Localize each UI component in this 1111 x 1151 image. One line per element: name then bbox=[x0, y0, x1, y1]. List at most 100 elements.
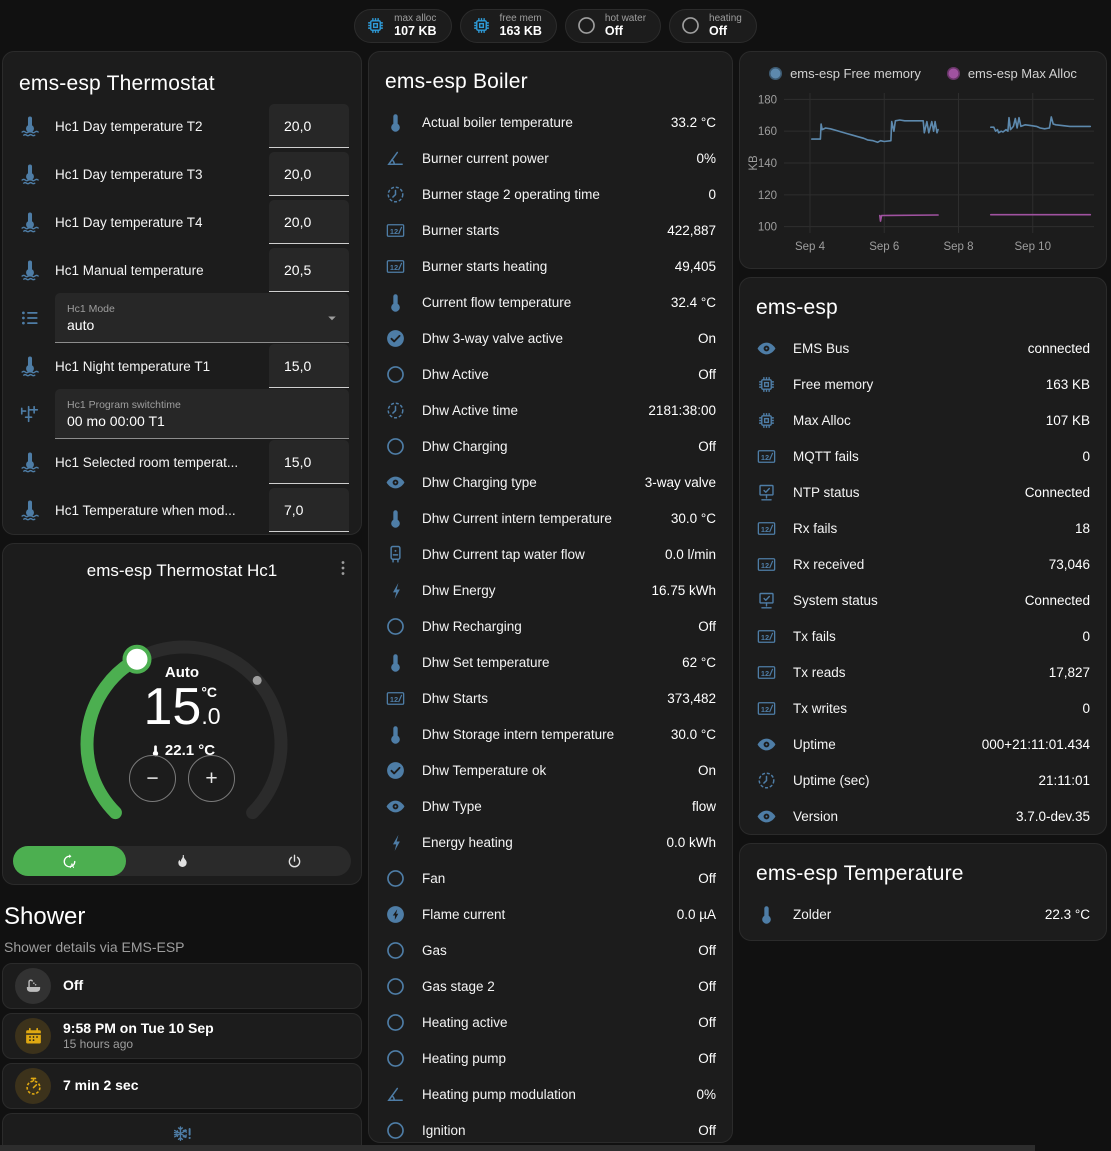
entity-value: 163 KB bbox=[1046, 377, 1090, 392]
section-title: Shower bbox=[4, 903, 360, 931]
thermostat-dial[interactable]: Auto 15 °C .0 22.1 °C bbox=[3, 586, 361, 846]
entity-row[interactable]: Dhw Energy16.75 kWh bbox=[369, 572, 732, 608]
entity-row[interactable]: Flame current0.0 µA bbox=[369, 896, 732, 932]
temperature-input[interactable]: 15,0 bbox=[269, 440, 349, 484]
header-pill-heating[interactable]: heatingOff bbox=[669, 9, 757, 43]
card-title: ems-esp Boiler bbox=[369, 52, 732, 104]
temperature-input[interactable]: 7,0 bbox=[269, 488, 349, 532]
emsesp-rows: EMS BusconnectedFree memory163 KBMax All… bbox=[740, 330, 1106, 834]
entity-row[interactable]: System statusConnected bbox=[740, 582, 1106, 618]
temperature-input[interactable]: 20,0 bbox=[269, 152, 349, 196]
entity-value: On bbox=[698, 763, 716, 778]
header-pill-free-mem[interactable]: free mem163 KB bbox=[460, 9, 557, 43]
entity-row[interactable]: Zolder22.3 °C bbox=[740, 896, 1106, 932]
entity-row[interactable]: Dhw ChargingOff bbox=[369, 428, 732, 464]
entity-row[interactable]: 12Tx fails0 bbox=[740, 618, 1106, 654]
entity-row[interactable]: 12Rx fails18 bbox=[740, 510, 1106, 546]
thermostat-entities-card: ems-esp Thermostat Hc1 Day temperature T… bbox=[2, 51, 362, 535]
text-input[interactable]: Hc1 Program switchtime00 mo 00:00 T1 bbox=[55, 389, 349, 439]
entity-row[interactable]: Version3.7.0-dev.35 bbox=[740, 798, 1106, 834]
increase-temperature-button[interactable]: + bbox=[188, 755, 235, 802]
entity-row[interactable]: 12Tx writes0 bbox=[740, 690, 1106, 726]
mode-select[interactable]: Hc1 Modeauto bbox=[55, 293, 349, 343]
entity-row[interactable]: Current flow temperature32.4 °C bbox=[369, 284, 732, 320]
entity-row[interactable]: GasOff bbox=[369, 932, 732, 968]
entity-row[interactable]: Heating pump modulation0% bbox=[369, 1076, 732, 1112]
auto-mode-icon: A bbox=[61, 853, 78, 870]
entity-value: 000+21:11:01.434 bbox=[982, 737, 1090, 752]
thermometer-water-icon bbox=[19, 163, 41, 185]
decrease-temperature-button[interactable]: − bbox=[129, 755, 176, 802]
entity-row[interactable]: IgnitionOff bbox=[369, 1112, 732, 1143]
temperature-input[interactable]: 20,0 bbox=[269, 104, 349, 148]
temperature-stepper: − + bbox=[129, 755, 235, 802]
entity-row[interactable]: 12Burner starts422,887 bbox=[369, 212, 732, 248]
entity-row[interactable]: Dhw Storage intern temperature30.0 °C bbox=[369, 716, 732, 752]
entity-row[interactable]: Dhw ActiveOff bbox=[369, 356, 732, 392]
legend-dot bbox=[769, 67, 782, 80]
entity-row[interactable]: 12Dhw Starts373,482 bbox=[369, 680, 732, 716]
entity-row[interactable]: Gas stage 2Off bbox=[369, 968, 732, 1004]
entity-row[interactable]: Dhw Temperature okOn bbox=[369, 752, 732, 788]
entity-row[interactable]: Burner current power0% bbox=[369, 140, 732, 176]
entity-row[interactable]: Burner stage 2 operating time0 bbox=[369, 176, 732, 212]
pill-value: 107 KB bbox=[394, 24, 436, 38]
shower-tile[interactable]: 9:58 PM on Tue 10 Sep15 hours ago bbox=[2, 1013, 362, 1059]
entity-row[interactable]: EMS Busconnected bbox=[740, 330, 1106, 366]
thermostat-row: Hc1 Day temperature T320,0 bbox=[3, 150, 361, 198]
entity-row[interactable]: 12MQTT fails0 bbox=[740, 438, 1106, 474]
entity-row[interactable]: Max Alloc107 KB bbox=[740, 402, 1106, 438]
auto-mode-button[interactable]: A bbox=[13, 846, 126, 876]
entity-row[interactable]: Uptime 000+21:11:01.434 bbox=[740, 726, 1106, 762]
entity-row[interactable]: Dhw 3-way valve activeOn bbox=[369, 320, 732, 356]
entity-row[interactable]: Dhw Current tap water flow0.0 l/min bbox=[369, 536, 732, 572]
entity-row[interactable]: 12Burner starts heating49,405 bbox=[369, 248, 732, 284]
temperature-input[interactable]: 20,0 bbox=[269, 200, 349, 244]
off-mode-button[interactable] bbox=[238, 846, 351, 876]
select-value: auto bbox=[67, 317, 337, 333]
entity-row[interactable]: Energy heating0.0 kWh bbox=[369, 824, 732, 860]
check-circle-icon bbox=[385, 328, 406, 349]
entity-row[interactable]: Dhw Charging type3-way valve bbox=[369, 464, 732, 500]
entity-row[interactable]: Heating activeOff bbox=[369, 1004, 732, 1040]
more-options-icon[interactable] bbox=[333, 558, 353, 578]
entity-row[interactable]: FanOff bbox=[369, 860, 732, 896]
temperature-input[interactable]: 15,0 bbox=[269, 344, 349, 388]
legend-item[interactable]: ems-esp Free memory bbox=[769, 66, 921, 81]
shower-tile[interactable]: 7 min 2 sec bbox=[2, 1063, 362, 1109]
entity-row[interactable]: Dhw Set temperature62 °C bbox=[369, 644, 732, 680]
legend-item[interactable]: ems-esp Max Alloc bbox=[947, 66, 1077, 81]
entity-row[interactable]: 12Rx received73,046 bbox=[740, 546, 1106, 582]
header-pill-max-alloc[interactable]: max alloc107 KB bbox=[354, 9, 451, 43]
svg-text:Sep 6: Sep 6 bbox=[869, 241, 899, 253]
entity-label: Tx reads bbox=[793, 665, 1033, 680]
shower-tile[interactable]: Off bbox=[2, 963, 362, 1009]
entity-value: 22.3 °C bbox=[1045, 907, 1090, 922]
entity-row[interactable]: Heating pumpOff bbox=[369, 1040, 732, 1076]
heat-mode-button[interactable] bbox=[126, 846, 239, 876]
entity-row[interactable]: Actual boiler temperature33.2 °C bbox=[369, 104, 732, 140]
entity-label: Uptime bbox=[793, 737, 966, 752]
entity-value: 422,887 bbox=[667, 223, 716, 238]
chip-icon bbox=[756, 410, 777, 431]
entity-row[interactable]: Uptime (sec)21:11:01 bbox=[740, 762, 1106, 798]
entity-label: Max Alloc bbox=[793, 413, 1030, 428]
thermostat-row: Hc1 Day temperature T220,0 bbox=[3, 102, 361, 150]
entity-row[interactable]: Dhw Current intern temperature30.0 °C bbox=[369, 500, 732, 536]
svg-text:12: 12 bbox=[390, 226, 398, 235]
entity-row[interactable]: Free memory163 KB bbox=[740, 366, 1106, 402]
entity-label: Burner stage 2 operating time bbox=[422, 187, 692, 202]
temperature-input[interactable]: 20,5 bbox=[269, 248, 349, 292]
entity-row[interactable]: 12Tx reads17,827 bbox=[740, 654, 1106, 690]
entity-row[interactable]: Dhw Typeflow bbox=[369, 788, 732, 824]
entity-row[interactable]: NTP statusConnected bbox=[740, 474, 1106, 510]
entity-value: 17,827 bbox=[1049, 665, 1090, 680]
entity-value: Off bbox=[698, 619, 716, 634]
tile-secondary: 15 hours ago bbox=[63, 1037, 214, 1052]
entity-label: Dhw Active bbox=[422, 367, 682, 382]
svg-text:12: 12 bbox=[761, 452, 769, 461]
header-pill-hot-water[interactable]: hot waterOff bbox=[565, 9, 661, 43]
entity-row[interactable]: Dhw Active time2181:38:00 bbox=[369, 392, 732, 428]
temperature-unit: °C bbox=[201, 686, 217, 699]
entity-row[interactable]: Dhw RechargingOff bbox=[369, 608, 732, 644]
